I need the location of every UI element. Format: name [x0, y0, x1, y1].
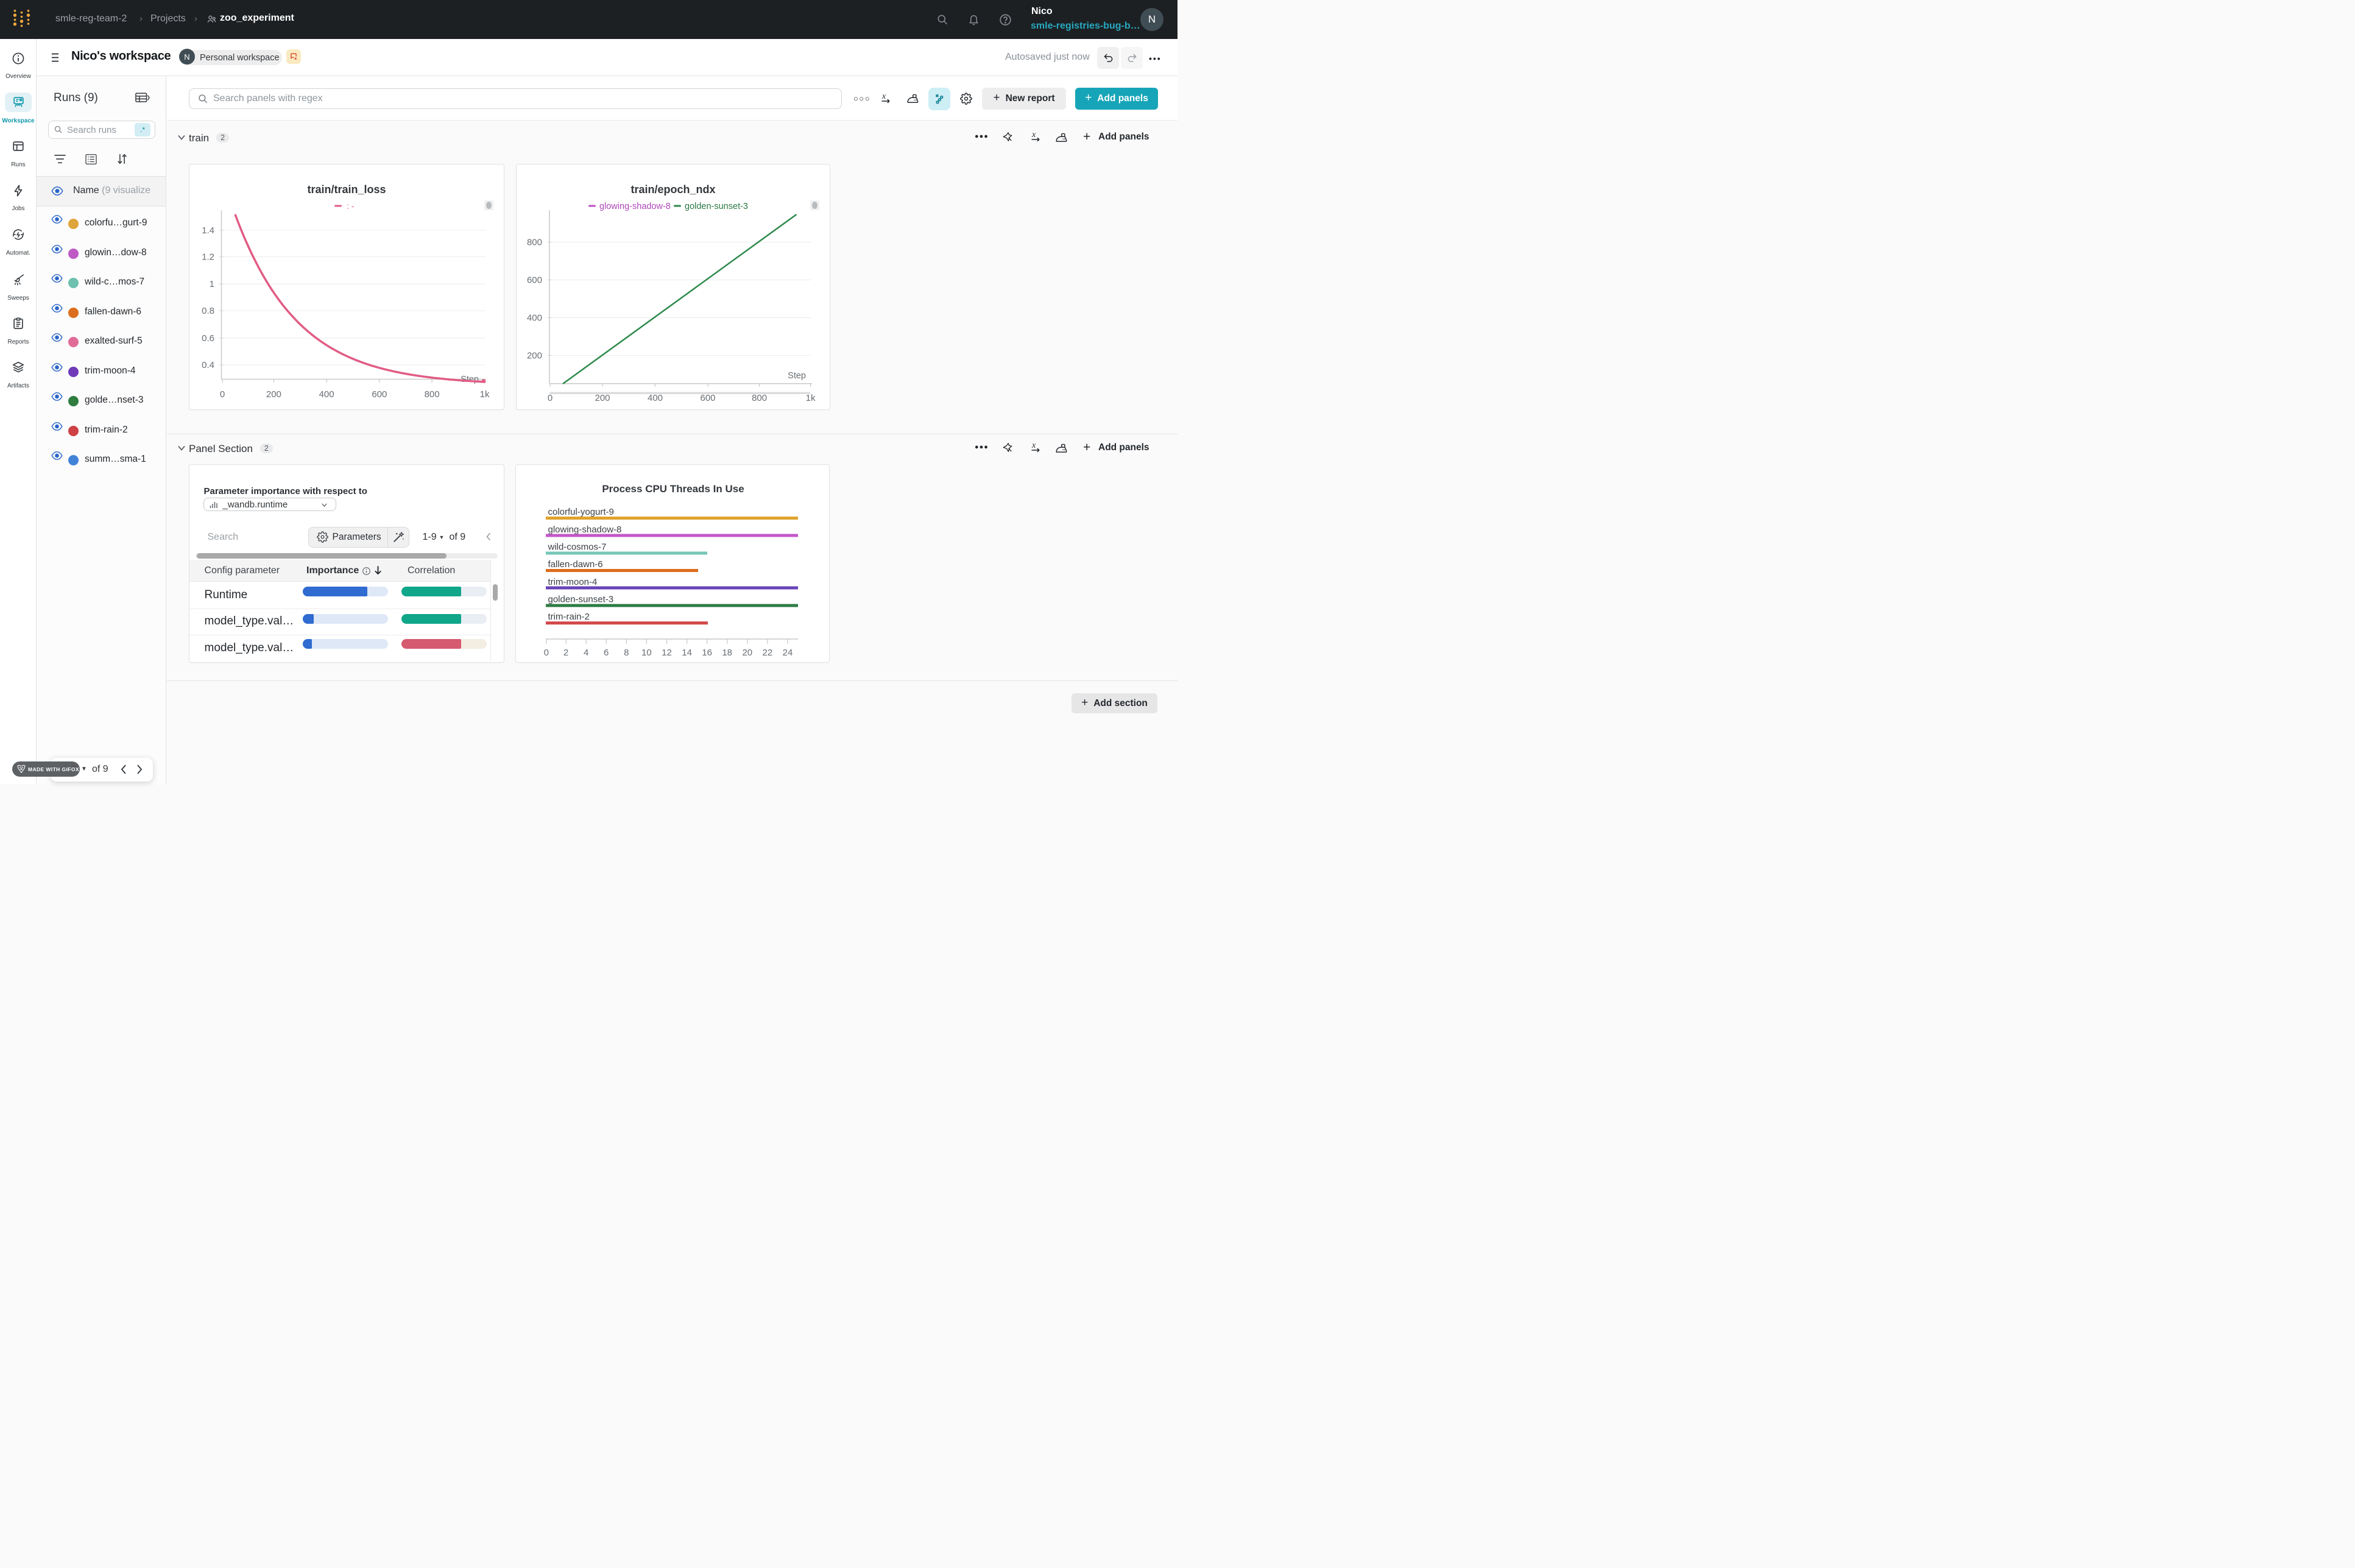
svg-text:fallen-dawn-6: fallen-dawn-6 [548, 559, 603, 570]
svg-text:4: 4 [584, 648, 588, 658]
svg-text:glowing-shadow-8: glowing-shadow-8 [548, 524, 622, 535]
svg-text:16: 16 [702, 648, 712, 658]
svg-text:0: 0 [548, 393, 553, 403]
svg-text:800: 800 [527, 238, 542, 248]
svg-text:6: 6 [604, 648, 609, 658]
svg-text:1.2: 1.2 [202, 252, 214, 263]
svg-text:0: 0 [544, 648, 549, 658]
svg-text:600: 600 [372, 389, 387, 400]
svg-text:0: 0 [219, 389, 224, 400]
svg-text:200: 200 [527, 351, 542, 361]
svg-text:24: 24 [783, 648, 793, 658]
svg-text:wild-cosmos-7: wild-cosmos-7 [548, 542, 607, 553]
svg-text:colorful-yogurt-9: colorful-yogurt-9 [548, 507, 614, 517]
svg-text:600: 600 [700, 393, 715, 403]
svg-text:train/epoch_ndx: train/epoch_ndx [630, 183, 715, 196]
svg-text:22: 22 [763, 648, 773, 658]
svg-text:0.8: 0.8 [202, 306, 214, 316]
svg-text:800: 800 [424, 389, 439, 400]
svg-text:400: 400 [319, 389, 334, 400]
svg-text:1k: 1k [806, 393, 816, 403]
svg-text:1k: 1k [479, 389, 489, 400]
svg-text:glowing-shadow-8: glowing-shadow-8 [599, 202, 671, 211]
svg-text:20: 20 [742, 648, 752, 658]
svg-text:: -: : - [347, 201, 355, 211]
svg-text:8: 8 [624, 648, 629, 658]
svg-text:400: 400 [648, 393, 663, 403]
svg-text:x: x [881, 92, 886, 101]
svg-text:Process CPU Threads In Use: Process CPU Threads In Use [602, 483, 744, 495]
svg-text:golden-sunset-3: golden-sunset-3 [548, 595, 614, 605]
svg-text:trim-moon-4: trim-moon-4 [548, 577, 598, 587]
svg-text:x: x [1031, 130, 1036, 139]
svg-text:x: x [1031, 441, 1036, 450]
svg-text:1.4: 1.4 [202, 225, 214, 236]
svg-text:1: 1 [209, 279, 214, 289]
svg-text:train/train_loss: train/train_loss [307, 183, 386, 196]
svg-text:10: 10 [641, 648, 652, 658]
svg-text:400: 400 [527, 313, 542, 323]
svg-text:12: 12 [662, 648, 672, 658]
svg-text:200: 200 [595, 393, 610, 403]
svg-text:0.6: 0.6 [202, 333, 214, 344]
svg-text:600: 600 [527, 275, 542, 286]
svg-text:trim-rain-2: trim-rain-2 [548, 612, 590, 622]
svg-text:18: 18 [722, 648, 732, 658]
svg-text:0.4: 0.4 [202, 360, 214, 370]
svg-text:Step: Step [788, 371, 806, 381]
svg-text:Step: Step [461, 375, 479, 384]
svg-text:200: 200 [266, 389, 281, 400]
svg-text:14: 14 [682, 648, 692, 658]
svg-text:800: 800 [752, 393, 767, 403]
svg-text:2: 2 [563, 648, 568, 658]
svg-text:golden-sunset-3: golden-sunset-3 [685, 202, 748, 211]
